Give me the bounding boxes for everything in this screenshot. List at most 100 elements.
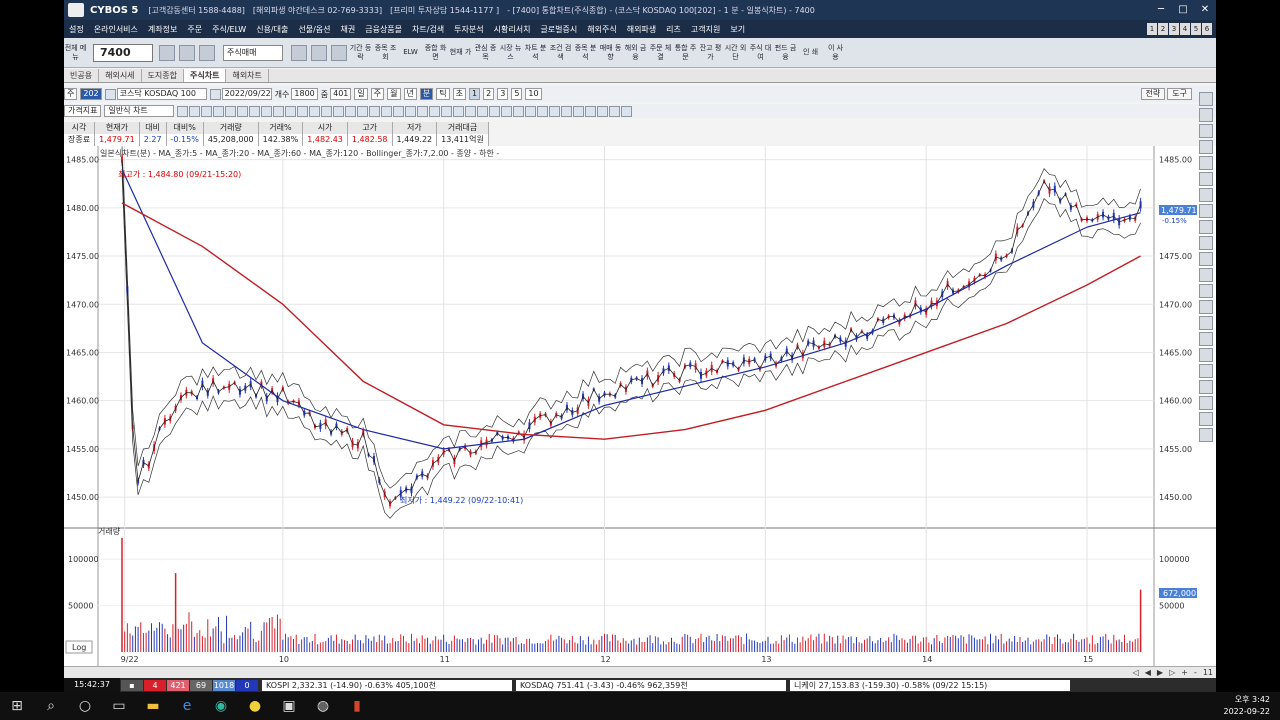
search-icon[interactable]: ⌕ <box>34 692 68 720</box>
drawing-tool-icon[interactable] <box>597 105 609 117</box>
side-tool-icon[interactable] <box>1199 220 1213 234</box>
drawing-tool-icon[interactable] <box>621 105 633 117</box>
drawing-tool-icon[interactable] <box>477 105 489 117</box>
premium-desk[interactable]: [프리미 투자상담 1544-1177 ] <box>390 5 499 16</box>
drawing-tool-icon[interactable] <box>585 105 597 117</box>
drawing-tool-icon[interactable] <box>249 105 261 117</box>
drawing-tool-icon[interactable] <box>489 105 501 117</box>
period-button-0[interactable]: 일 <box>354 88 368 100</box>
camera-icon[interactable] <box>291 44 307 61</box>
search-icon[interactable] <box>104 88 116 100</box>
drawing-tool-icon[interactable] <box>237 105 249 117</box>
category-select[interactable]: 주 <box>64 88 78 100</box>
quick-button-14[interactable]: 잔고 평가 <box>699 44 722 62</box>
settings-icon[interactable] <box>199 44 215 61</box>
menu-item-5[interactable]: 신용/대출 <box>251 24 293 35</box>
document-icon[interactable] <box>179 44 195 61</box>
scroll-control-0[interactable]: ◁ <box>1133 668 1139 677</box>
side-tool-icon[interactable] <box>1199 332 1213 346</box>
edge-icon[interactable]: e <box>170 692 204 720</box>
quick-button-19[interactable]: 이 사 용 <box>824 44 847 62</box>
quick-button-10[interactable]: 매매 동향 <box>599 44 622 62</box>
drawing-tool-icon[interactable] <box>261 105 273 117</box>
chart-style-select[interactable]: 가격지표 <box>64 105 102 117</box>
quick-button-6[interactable]: 시장 뉴스 <box>499 44 522 62</box>
search-icon[interactable] <box>159 44 175 61</box>
symbol-code-input[interactable]: 202 <box>80 88 102 100</box>
chart-type-select[interactable]: 일반식 차트 <box>104 105 175 117</box>
drawing-tool-icon[interactable] <box>453 105 465 117</box>
system-tray-clock[interactable]: 오후 3:42 2022-09-22 <box>1224 694 1271 718</box>
menu-item-4[interactable]: 주식/ELW <box>207 24 251 35</box>
side-tool-icon[interactable] <box>1199 236 1213 250</box>
scroll-control-5[interactable]: - <box>1194 668 1197 677</box>
side-tool-icon[interactable] <box>1199 124 1213 138</box>
kosdaq-ticker[interactable]: KOSDAQ 751.41 (-3.43) -0.46% 962,359천 <box>516 679 786 691</box>
quick-button-16[interactable]: 주식 대여 <box>749 44 772 62</box>
powerpoint-icon[interactable]: ▮ <box>340 692 374 720</box>
screen-number-2[interactable]: 2 <box>1158 23 1168 35</box>
drawing-tool-icon[interactable] <box>213 105 225 117</box>
drawing-tool-icon[interactable] <box>609 105 621 117</box>
zoom-input[interactable]: 401 <box>330 88 352 100</box>
drawing-tool-icon[interactable] <box>225 105 237 117</box>
windows-start-icon[interactable]: ⊞ <box>0 692 34 720</box>
menu-item-8[interactable]: 금융상품몰 <box>360 24 407 35</box>
all-menu-button[interactable]: 전체 메뉴 <box>64 44 87 62</box>
quick-button-17[interactable]: 펀드 금융 <box>774 44 797 62</box>
quick-button-18[interactable]: 인 쇄 <box>799 48 822 57</box>
menu-item-0[interactable]: 설정 <box>64 24 89 35</box>
nikkei-ticker[interactable]: 니케이 27,153.83 (-159.30) -0.58% (09/22 15… <box>790 679 1070 691</box>
side-tool-icon[interactable] <box>1199 428 1213 442</box>
drawing-tool-icon[interactable] <box>285 105 297 117</box>
quick-button-5[interactable]: 관심 종목 <box>474 44 497 62</box>
side-tool-icon[interactable] <box>1199 316 1213 330</box>
drawing-tool-icon[interactable] <box>297 105 309 117</box>
quick-button-3[interactable]: 종합 화면 <box>424 44 447 62</box>
quick-button-11[interactable]: 해외 금융 <box>624 44 647 62</box>
tab-1[interactable]: 해외시세 <box>99 69 142 82</box>
period-button-3[interactable]: 년 <box>403 88 417 100</box>
screen-code-input[interactable]: 7400 <box>93 43 153 62</box>
side-tool-icon[interactable] <box>1199 188 1213 202</box>
tab-2[interactable]: 도지종합 <box>142 69 184 82</box>
side-tool-icon[interactable] <box>1199 412 1213 426</box>
side-tool-icon[interactable] <box>1199 300 1213 314</box>
drawing-tool-icon[interactable] <box>501 105 513 117</box>
side-tool-icon[interactable] <box>1199 364 1213 378</box>
app-black-icon[interactable]: ◍ <box>306 692 340 720</box>
menu-item-1[interactable]: 온라인서비스 <box>89 24 143 35</box>
drawing-tool-icon[interactable] <box>189 105 201 117</box>
scroll-control-2[interactable]: ▶ <box>1157 668 1163 677</box>
screen-number-5[interactable]: 5 <box>1191 23 1201 35</box>
app-yellow-icon[interactable]: ● <box>238 692 272 720</box>
quick-button-4[interactable]: 현재 가 <box>449 48 472 57</box>
side-tool-icon[interactable] <box>1199 108 1213 122</box>
quick-button-8[interactable]: 조건 검색 <box>549 44 572 62</box>
side-tool-icon[interactable] <box>1199 284 1213 298</box>
interval-button-10[interactable]: 10 <box>525 88 542 100</box>
interval-button-5[interactable]: 5 <box>511 88 523 100</box>
drawing-tool-icon[interactable] <box>393 105 405 117</box>
menu-item-12[interactable]: 글로벌증시 <box>535 24 582 35</box>
count-input[interactable]: 1800 <box>291 88 318 100</box>
price-chart[interactable]: 1485.001485.001480.001480.001475.001475.… <box>64 146 1216 666</box>
side-tool-icon[interactable] <box>1199 380 1213 394</box>
drawing-tool-icon[interactable] <box>381 105 393 117</box>
quick-button-1[interactable]: 종목 조회 <box>374 44 397 62</box>
drawing-tool-icon[interactable] <box>465 105 477 117</box>
edge-new-icon[interactable]: ◉ <box>204 692 238 720</box>
quick-button-0[interactable]: 기간 등락 <box>349 44 372 62</box>
drawing-tool-icon[interactable] <box>513 105 525 117</box>
screen-number-1[interactable]: 1 <box>1147 23 1157 35</box>
symbol-name-field[interactable]: 코스닥 KOSDAQ 100 <box>116 88 207 100</box>
menu-item-2[interactable]: 계좌정보 <box>143 24 182 35</box>
chart-right-button-1[interactable]: 도구 <box>1167 88 1192 100</box>
cortana-icon[interactable]: ○ <box>68 692 102 720</box>
quick-button-12[interactable]: 주문 체결 <box>649 44 672 62</box>
menu-item-6[interactable]: 선물/옵션 <box>293 24 335 35</box>
side-tool-icon[interactable] <box>1199 348 1213 362</box>
drawing-tool-icon[interactable] <box>177 105 189 117</box>
drawing-tool-icon[interactable] <box>405 105 417 117</box>
drawing-tool-icon[interactable] <box>537 105 549 117</box>
